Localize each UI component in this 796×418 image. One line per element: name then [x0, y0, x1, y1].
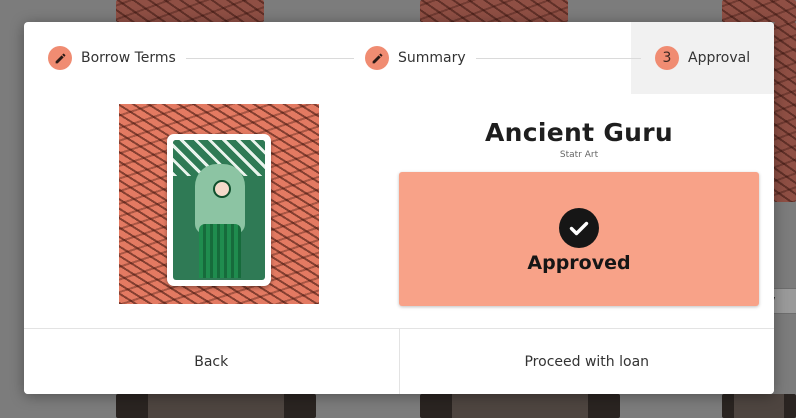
- artwork-card: [167, 134, 271, 286]
- asset-collection: Statr Art: [559, 150, 599, 160]
- modal-footer: Back Proceed with loan: [24, 328, 774, 394]
- pencil-icon: [365, 46, 389, 70]
- background-card-image: [116, 394, 316, 418]
- stepper: Borrow Terms Summary 3 Approval: [24, 22, 774, 94]
- check-circle-icon: [559, 208, 599, 248]
- step-connector: [476, 58, 641, 59]
- background-card-image: [722, 394, 796, 418]
- step-label: Borrow Terms: [81, 50, 176, 66]
- nft-artwork-image: [119, 104, 319, 304]
- step-connector: [186, 58, 354, 59]
- background-card-image: [420, 394, 620, 418]
- proceed-with-loan-button[interactable]: Proceed with loan: [398, 329, 774, 394]
- background-card-image: [420, 0, 568, 22]
- approval-status-panel: Approved: [399, 172, 759, 306]
- background-card-image: [116, 0, 264, 22]
- asset-title: Ancient Guru: [485, 118, 673, 147]
- background-card-image: [774, 22, 796, 202]
- step-approval[interactable]: 3 Approval: [655, 46, 750, 70]
- step-summary[interactable]: Summary: [365, 46, 466, 70]
- loan-modal: Borrow Terms Summary 3 Approval Ancient …: [24, 22, 774, 394]
- background-card-image: [722, 0, 796, 22]
- back-button[interactable]: Back: [24, 329, 399, 394]
- step-label: Approval: [688, 50, 751, 66]
- step-number: 3: [655, 46, 679, 70]
- step-label: Summary: [398, 50, 466, 66]
- approved-label: Approved: [527, 252, 631, 274]
- step-borrow-terms[interactable]: Borrow Terms: [48, 46, 176, 70]
- pencil-icon: [48, 46, 72, 70]
